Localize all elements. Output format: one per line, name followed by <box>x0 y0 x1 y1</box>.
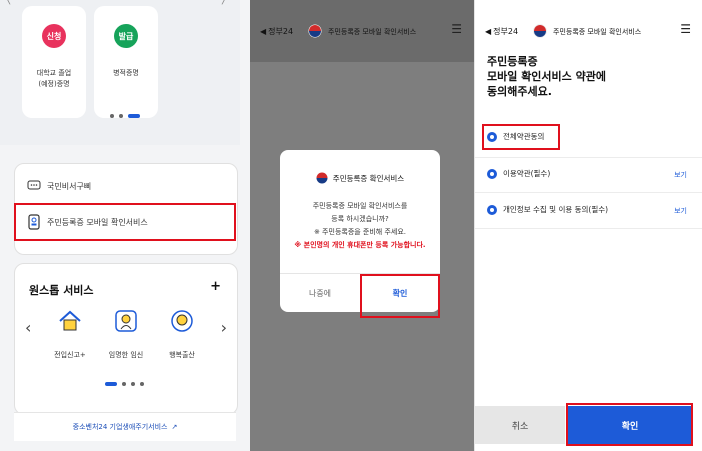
service-label-line1: 대학교 졸업 <box>36 69 72 77</box>
onestop-plus-button[interactable]: + <box>210 279 221 294</box>
dialog-text: 주민등록증 모바일 확인서비스를 <box>312 202 408 210</box>
panel-registration-dialog: ◀ 정부24 주민등록증 모바일 확인서비스 ☰ 주민등록증 확인서비스 주민등… <box>250 0 474 451</box>
terms-checkbox-privacy[interactable]: 개인정보 수집 및 이용 동의(필수) <box>487 204 608 215</box>
government-emblem-icon <box>316 172 328 184</box>
terms-heading: 주민등록증 모바일 확인서비스 약관에 동의해주세요. <box>487 54 687 99</box>
dialog-title: 주민등록증 확인서비스 <box>332 173 405 183</box>
government-emblem-icon <box>308 24 322 38</box>
apply-badge: 신청 <box>42 24 66 48</box>
indicator-dot-active[interactable] <box>128 114 140 118</box>
back-label: 정부24 <box>268 27 294 36</box>
arrow-right-icon[interactable]: › <box>221 318 227 337</box>
onestop-indicator <box>105 382 144 386</box>
issue-badge: 발급 <box>114 24 138 48</box>
back-arrow-icon: ◀ <box>260 27 267 36</box>
back-arrow-icon: ◀ <box>485 27 492 36</box>
bottom-link-label: 중소벤처24 기업생애주기서비스 <box>72 423 168 431</box>
hamburger-menu-icon[interactable]: ☰ <box>451 22 462 36</box>
highlight-box-confirm <box>360 274 440 318</box>
panel-terms-agreement: ◀ 정부24 주민등록증 모바일 확인서비스 ☰ 주민등록증 모바일 확인서비스… <box>474 0 702 451</box>
service-label-line1: 병적증명 <box>113 69 139 77</box>
service-card-label: 대학교 졸업 (예정)증명 <box>22 68 86 90</box>
dialog-text: ※ 주민등록증을 준비해 주세요. <box>313 228 407 236</box>
heading-line: 모바일 확인서비스 약관에 <box>487 70 606 83</box>
top-bar: ◀ 정부24 주민등록증 모바일 확인서비스 ☰ <box>475 0 702 62</box>
chevron-right-icon[interactable]: ╱ <box>222 0 228 5</box>
indicator-dot[interactable] <box>140 382 144 386</box>
onestop-card: 원스톱 서비스 + ‹ › 전입신고+ 임명한 임신 행복출산 <box>14 263 238 415</box>
service-label-line2: (예정)증명 <box>38 80 70 88</box>
page-title: 주민등록증 모바일 확인서비스 <box>328 28 417 36</box>
terms-checkbox-usage[interactable]: 이용약관(필수) <box>487 168 550 179</box>
back-button[interactable]: ◀ 정부24 <box>260 26 293 37</box>
cancel-button[interactable]: 취소 <box>475 406 565 444</box>
indicator-dot-active[interactable] <box>105 382 117 386</box>
terms-label: 개인정보 수집 및 이용 동의(필수) <box>503 205 609 214</box>
indicator-dot[interactable] <box>110 114 114 118</box>
highlight-box-mobile-id <box>14 203 236 241</box>
external-link-icon: ↗ <box>171 423 178 431</box>
bottom-link[interactable]: 중소벤처24 기업생애주기서비스 ↗ <box>14 412 236 441</box>
house-icon[interactable] <box>55 306 85 336</box>
panel-service-home: ╲ ╱ 신청 대학교 졸업 (예정)증명 발급 병적증명 국민비서구삐 <box>0 0 250 451</box>
pregnancy-icon[interactable] <box>111 306 141 336</box>
view-terms-link[interactable]: 보기 <box>674 170 687 180</box>
service-card-military[interactable]: 발급 병적증명 <box>94 6 158 118</box>
divider <box>475 192 702 193</box>
dialog-body: 주민등록증 모바일 확인서비스를 등록 하시겠습니까? ※ 주민등록증을 준비해… <box>286 200 434 252</box>
onestop-title: 원스톱 서비스 <box>29 284 94 297</box>
arrow-left-icon[interactable]: ‹ <box>25 318 31 337</box>
birth-icon[interactable] <box>167 306 197 336</box>
radio-checked-icon <box>487 204 497 215</box>
dialog-header: 주민등록증 확인서비스 <box>280 172 440 184</box>
later-button[interactable]: 나중에 <box>280 274 360 312</box>
radio-checked-icon <box>487 168 497 179</box>
heading-line: 동의해주세요. <box>487 85 552 98</box>
page-title: 주민등록증 모바일 확인서비스 <box>553 28 642 36</box>
highlight-box-confirm <box>566 403 693 446</box>
indicator-dot[interactable] <box>122 382 126 386</box>
back-button[interactable]: ◀ 정부24 <box>485 26 518 37</box>
highlight-box-agree-all <box>482 124 560 150</box>
dialog-text: 등록 하시겠습니까? <box>331 215 389 223</box>
onestop-item-label: 임명한 임신 <box>108 351 144 359</box>
carousel-indicator <box>110 114 140 118</box>
service-card-graduation[interactable]: 신청 대학교 졸업 (예정)증명 <box>22 6 86 118</box>
menu-item-label: 국민비서구삐 <box>47 181 92 191</box>
divider <box>475 228 702 229</box>
indicator-dot[interactable] <box>131 382 135 386</box>
chat-icon <box>27 180 41 190</box>
service-card-label: 병적증명 <box>94 68 158 79</box>
back-label: 정부24 <box>493 27 519 36</box>
onestop-item-label: 행복출산 <box>169 351 195 359</box>
divider <box>475 157 702 158</box>
onestop-item-label: 전입신고+ <box>54 351 86 359</box>
government-emblem-icon <box>533 24 547 38</box>
dialog-warning: ※ 본인명의 개인 휴대폰만 등록 가능합니다. <box>294 241 426 249</box>
chevron-left-icon[interactable]: ╲ <box>4 0 10 5</box>
terms-label: 이용약관(필수) <box>503 169 551 178</box>
hamburger-menu-icon[interactable]: ☰ <box>680 22 691 36</box>
menu-item-secretary[interactable]: 국민비서구삐 <box>27 180 91 192</box>
heading-line: 주민등록증 <box>487 55 538 68</box>
view-privacy-link[interactable]: 보기 <box>674 206 687 216</box>
top-bar: ◀ 정부24 주민등록증 모바일 확인서비스 ☰ <box>250 0 474 62</box>
indicator-dot[interactable] <box>119 114 123 118</box>
service-carousel: ╲ ╱ 신청 대학교 졸업 (예정)증명 발급 병적증명 <box>0 0 240 145</box>
